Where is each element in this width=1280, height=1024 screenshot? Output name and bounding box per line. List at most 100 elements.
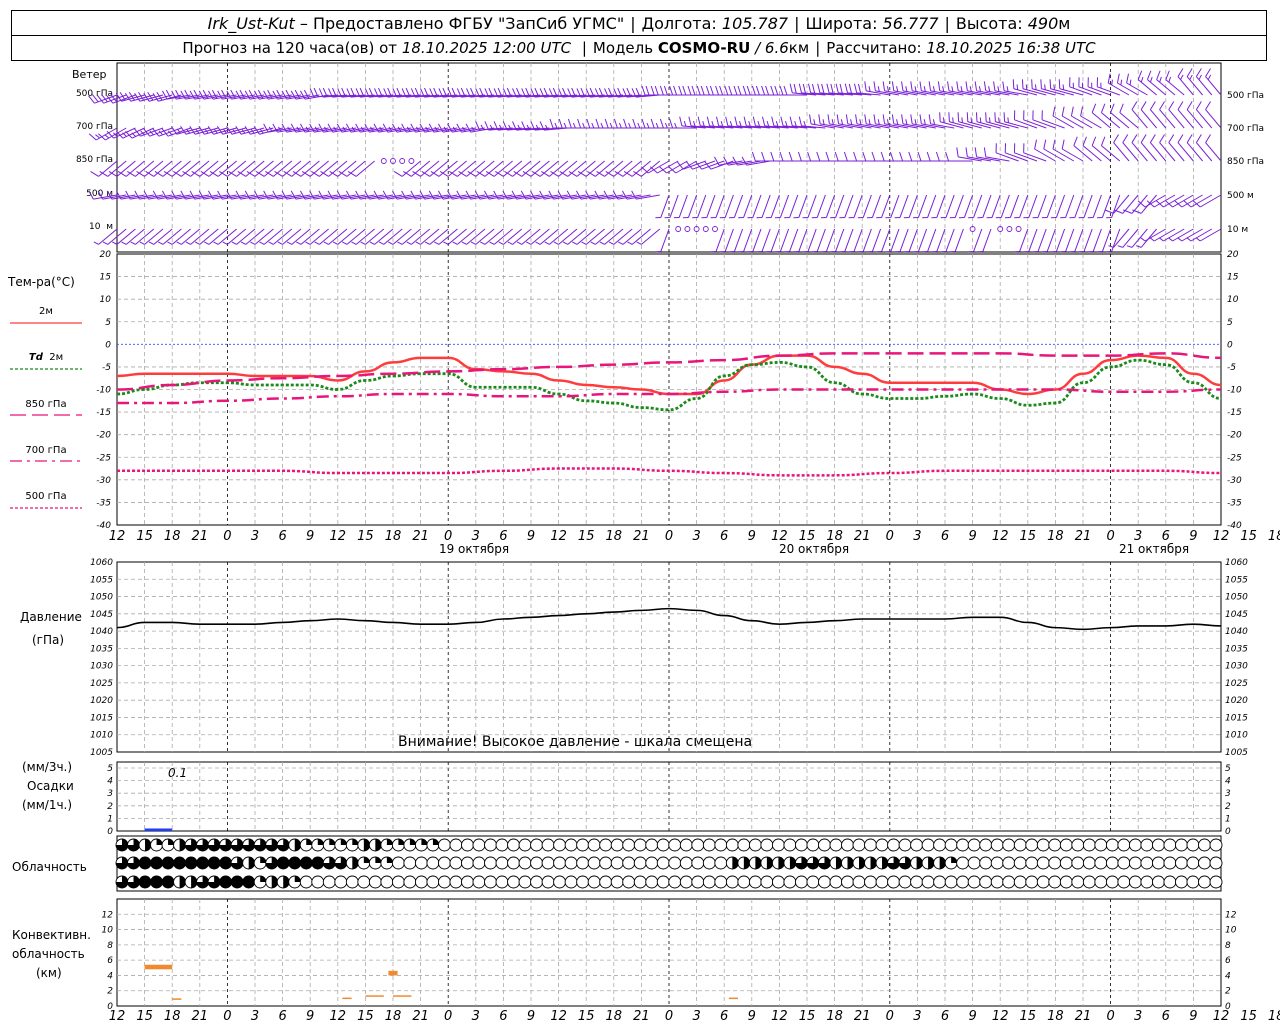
cloud-middle (530, 856, 544, 870)
cloud-circle (1036, 875, 1050, 889)
barb-shaft (1028, 228, 1038, 252)
prec-tick-left: 4 (107, 777, 113, 787)
cloud-fill-q (398, 839, 405, 845)
cloud-circle (461, 838, 474, 852)
barb-flag (700, 85, 705, 96)
wind-barb (1014, 194, 1029, 219)
cloud-lower (702, 875, 716, 889)
cloud-upper (449, 838, 463, 852)
cloud-middle (668, 856, 682, 870)
barb-flag (709, 85, 714, 96)
wind-barb (798, 116, 826, 129)
wind-barb (1096, 228, 1112, 253)
barb-shaft (816, 194, 826, 218)
cloud-lower (564, 875, 578, 889)
barb-flag (669, 118, 674, 129)
barb-shaft (622, 228, 642, 245)
cloud-circle (1128, 875, 1142, 889)
cloud-circle (495, 856, 509, 870)
cloud-fill-q (386, 857, 393, 863)
barb-flag (793, 83, 797, 94)
cloud-upper (345, 838, 359, 852)
barb-half-flag (452, 126, 457, 132)
cloud-lower (1140, 875, 1154, 889)
cloud-circle (691, 838, 705, 852)
barb-half-flag (553, 241, 559, 245)
x-tick-label: 9 (748, 529, 756, 544)
cloud-circle (794, 838, 808, 852)
cloud-upper (760, 838, 774, 852)
wind-barb (373, 123, 403, 133)
cloud-upper (242, 838, 256, 852)
cloud-lower (1094, 875, 1108, 889)
wind-barb (152, 190, 182, 200)
cloud-circle (668, 838, 682, 852)
barb-flag (650, 118, 655, 129)
cloud-circle (622, 856, 636, 870)
barb-half-flag (600, 122, 604, 129)
conv-cloud-layer (144, 964, 173, 970)
wind-barb (382, 190, 412, 200)
cloud-upper (645, 838, 659, 852)
cloud-circle (541, 838, 555, 852)
barb-half-flag (139, 241, 145, 245)
cloud-middle (1059, 856, 1073, 870)
wind-barb (788, 151, 817, 162)
barb-half-flag (369, 241, 375, 245)
cloud-upper (1013, 838, 1027, 852)
cloud-upper (1128, 838, 1142, 852)
temp-tick-left: -25 (96, 453, 111, 463)
barb-half-flag (1034, 84, 1037, 90)
barb-flag (935, 151, 940, 162)
barb-shaft (144, 228, 164, 245)
temp-tick-left: -20 (96, 431, 111, 441)
barb-shaft (171, 228, 191, 245)
cloud-circle (610, 875, 624, 889)
cloud-circle (518, 838, 532, 852)
barb-half-flag (562, 241, 569, 245)
barb-shaft (236, 160, 256, 177)
cloud-middle (380, 856, 394, 870)
precip-bar (144, 828, 173, 831)
cloud-circle (495, 875, 509, 889)
barb-flag (623, 118, 628, 129)
barb-flag (882, 81, 886, 91)
barb-shaft (945, 194, 955, 218)
wind-barb (465, 190, 495, 200)
barb-half-flag (370, 126, 374, 132)
cloud-circle (956, 856, 970, 870)
pres-tick-right: 1055 (1225, 575, 1248, 585)
barb-flag (1195, 101, 1202, 110)
cloud-middle (414, 856, 428, 870)
barb-flag (604, 118, 609, 129)
cloud-upper (668, 838, 682, 852)
cloud-circle (414, 856, 428, 870)
barb-flag (1104, 209, 1114, 214)
x-tick-label: 18 (606, 529, 623, 544)
wind-barb (364, 123, 394, 133)
barb-half-flag (952, 117, 954, 123)
barb-flag (928, 81, 932, 91)
barb-shaft (512, 160, 532, 177)
barb-flag (650, 85, 655, 96)
cloud-upper (875, 838, 889, 852)
temp-tick-left: -35 (96, 498, 111, 508)
wind-barb (894, 228, 909, 253)
cloud-circle (702, 838, 716, 852)
cloud-circle (1036, 838, 1050, 852)
barb-shaft (770, 194, 780, 218)
barb-half-flag (544, 241, 550, 245)
barb-flag (1149, 134, 1156, 143)
cloud-upper (587, 838, 601, 852)
barb-flag (771, 116, 775, 127)
cloud-middle (564, 856, 578, 870)
wind-barb (1110, 103, 1130, 129)
cloud-circle (852, 838, 866, 852)
barb-shaft (675, 160, 697, 174)
wind-level-right-label: 700 гПа (1227, 124, 1264, 134)
barb-half-flag (323, 241, 329, 245)
cloud-circle (1209, 838, 1223, 852)
barb-half-flag (988, 86, 991, 92)
barb-half-flag (831, 119, 834, 125)
wind-barb (557, 190, 587, 200)
